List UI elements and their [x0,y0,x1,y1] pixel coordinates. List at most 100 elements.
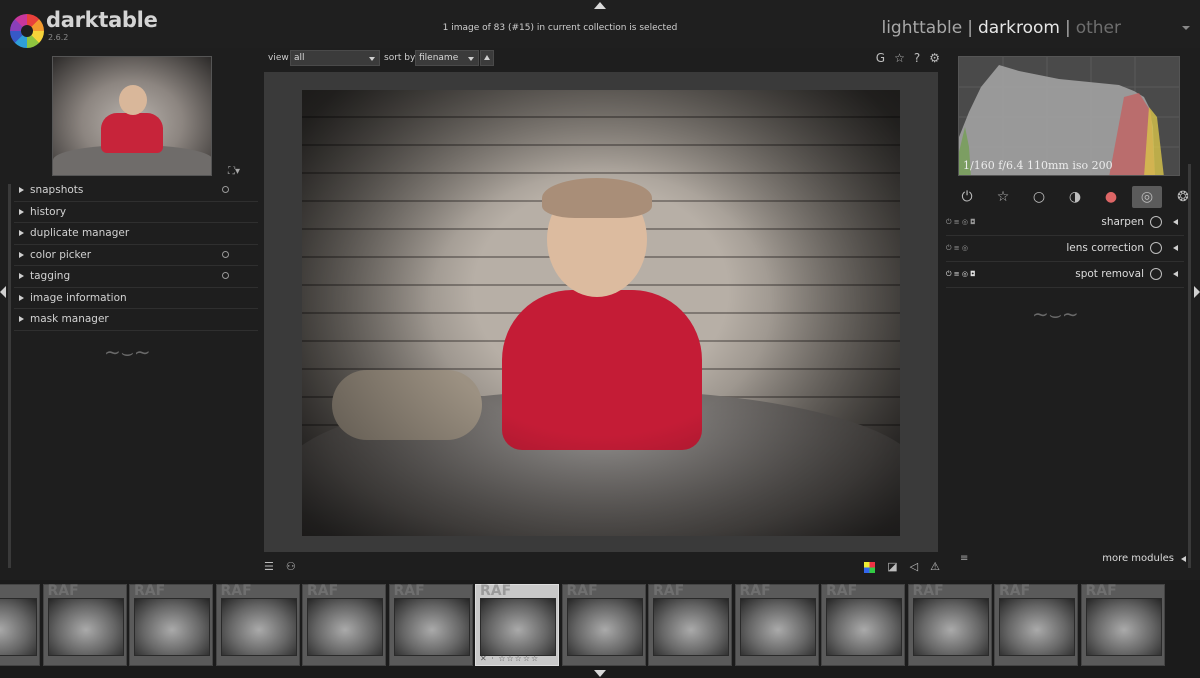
filmstrip-thumbnail[interactable]: RAF ✕ · ☆☆☆☆☆ [475,583,559,666]
module-power-icon[interactable]: ⏻ ≡ ◎ [946,244,968,253]
filmstrip-thumbnail[interactable]: RAF [994,583,1078,666]
module-label: color picker [30,248,92,261]
presets-menu-icon[interactable]: ☰ [264,560,274,573]
module-lens-correction[interactable]: ⏻ ≡ ◎ lens correction [946,236,1184,262]
file-type-badge: RAF [307,583,339,599]
filmstrip-thumbnail[interactable]: RAF [215,583,300,666]
views-dropdown-icon[interactable] [1182,26,1190,30]
navigation-thumbnail[interactable] [52,56,212,176]
module-image-information[interactable]: image information [14,288,258,309]
module-tagging[interactable]: tagging [14,266,258,288]
filmstrip-thumbnail[interactable]: RAF [907,583,992,666]
module-duplicate-manager[interactable]: duplicate manager [14,223,258,245]
power-icon[interactable]: ⏻ [952,186,982,208]
thumbnail-image [134,598,210,656]
color-assessment-icon[interactable] [864,561,876,573]
circle-icon[interactable]: ○ [1024,186,1054,208]
collapse-bottom-arrow-icon[interactable] [594,670,606,677]
module-sharpen[interactable]: ⏻ ≡ ◎ ◘ sharpen [946,210,1184,236]
correct-icon[interactable]: ◎ [1132,186,1162,208]
sharpen-icon [1150,216,1162,228]
filmstrip-thumbnail[interactable]: RAF [302,583,386,666]
reset-icon[interactable] [222,272,229,279]
collapse-left-arrow-icon[interactable] [0,286,6,298]
soft-proof-icon[interactable]: ◁ [910,560,918,573]
raw-overexposed-icon[interactable]: ◪ [887,560,897,573]
thumbnail-image [739,598,816,656]
module-label: tagging [30,270,71,282]
star-icon[interactable]: ☆ [894,51,905,65]
main-photo[interactable] [302,90,900,536]
effect-icon[interactable]: ❂ [1168,186,1198,208]
app-name: darktable [46,8,158,32]
sort-by-select[interactable]: filename [415,50,479,66]
chevron-down-icon [468,57,474,61]
sort-direction-button[interactable] [480,50,494,66]
module-groups: ⏻ ☆ ○ ◑ ● ◎ ❂ [950,184,1189,208]
star-icon[interactable]: ☆ [988,186,1018,208]
module-power-icon[interactable]: ⏻ ≡ ◎ ◘ [946,270,976,279]
filmstrip-thumbnail[interactable]: RAF [129,583,213,666]
image-canvas[interactable] [264,72,938,552]
file-type-badge: RAF [220,583,252,599]
left-scrollbar[interactable] [8,184,11,568]
view-switcher: lighttable | darkroom | other [878,18,1124,38]
module-snapshots[interactable]: snapshots [14,180,258,202]
darktable-logo-icon [10,14,44,48]
exif-info: 1/160 f/6.4 110mm iso 200 [963,159,1113,172]
view-filter-select[interactable]: all [290,50,380,66]
thumbnail-image [393,598,470,656]
collapse-top-arrow-icon[interactable] [594,2,606,9]
color-icon[interactable]: ● [1096,186,1126,208]
view-darkroom[interactable]: darkroom [978,18,1060,38]
filmstrip-thumbnail[interactable]: RAF [1080,583,1165,666]
panel-end-swirl-icon: ∼⌣∼ [1032,302,1079,326]
star-rating-icon[interactable]: ✕ · ☆☆☆☆☆ [480,654,539,663]
filmstrip-thumbnail[interactable]: RAF [648,583,732,666]
file-type-badge: RAF [566,583,598,599]
app-version: 2.6.2 [48,33,69,42]
file-type-badge: RAF [739,583,771,599]
expand-icon [19,230,24,236]
filmstrip-thumbnail[interactable]: RAF [388,583,473,666]
view-other[interactable]: other [1076,18,1121,38]
tone-icon[interactable]: ◑ [1060,186,1090,208]
gamut-check-icon[interactable]: ⚠ [930,560,940,573]
expand-icon[interactable] [1173,219,1178,225]
histogram[interactable]: 1/160 f/6.4 110mm iso 200 [958,56,1180,176]
expand-icon [19,187,24,193]
thumbnail-image [307,598,383,656]
module-power-icon[interactable]: ⏻ ≡ ◎ ◘ [946,218,976,227]
module-history[interactable]: history [14,202,258,223]
filmstrip-thumbnail[interactable]: RAF [821,583,905,666]
grouping-icon[interactable]: G [876,51,885,65]
reset-icon[interactable] [222,250,229,258]
view-lighttable[interactable]: lighttable [881,18,962,38]
collapse-right-arrow-icon[interactable] [1194,286,1200,298]
help-icon[interactable]: ? [914,51,920,65]
thumbnail-image [47,598,124,656]
reset-icon[interactable] [222,186,229,193]
filmstrip-thumbnail[interactable]: RAF [42,583,127,666]
expand-icon[interactable] [1173,245,1178,251]
menu-icon[interactable]: ≡ [960,553,968,564]
file-type-badge: RAF [653,583,685,599]
thumbnail-image [480,598,556,656]
filmstrip-thumbnail[interactable]: RAF [0,584,40,666]
filmstrip-thumbnail[interactable]: RAF [561,583,646,666]
gear-icon[interactable]: ⚙ [929,51,940,65]
styles-icon[interactable]: ⚇ [286,560,296,573]
filmstrip-thumbnail[interactable]: RAF [734,583,819,666]
file-type-badge: RAF [826,583,858,599]
left-modules-list: snapshots history duplicate manager colo… [14,180,258,331]
right-scrollbar[interactable] [1188,164,1191,568]
module-spot-removal[interactable]: ⏻ ≡ ◎ ◘ spot removal [946,262,1184,288]
file-type-badge: RAF [393,583,425,599]
expand-icon[interactable] [1173,271,1178,277]
module-label: snapshots [30,184,84,196]
module-mask-manager[interactable]: mask manager [14,309,258,331]
expand-icon [19,251,24,258]
zoom-fit-icon[interactable]: ⛶▾ [228,166,240,177]
view-separator: | [1064,18,1071,38]
module-color-picker[interactable]: color picker [14,245,258,266]
